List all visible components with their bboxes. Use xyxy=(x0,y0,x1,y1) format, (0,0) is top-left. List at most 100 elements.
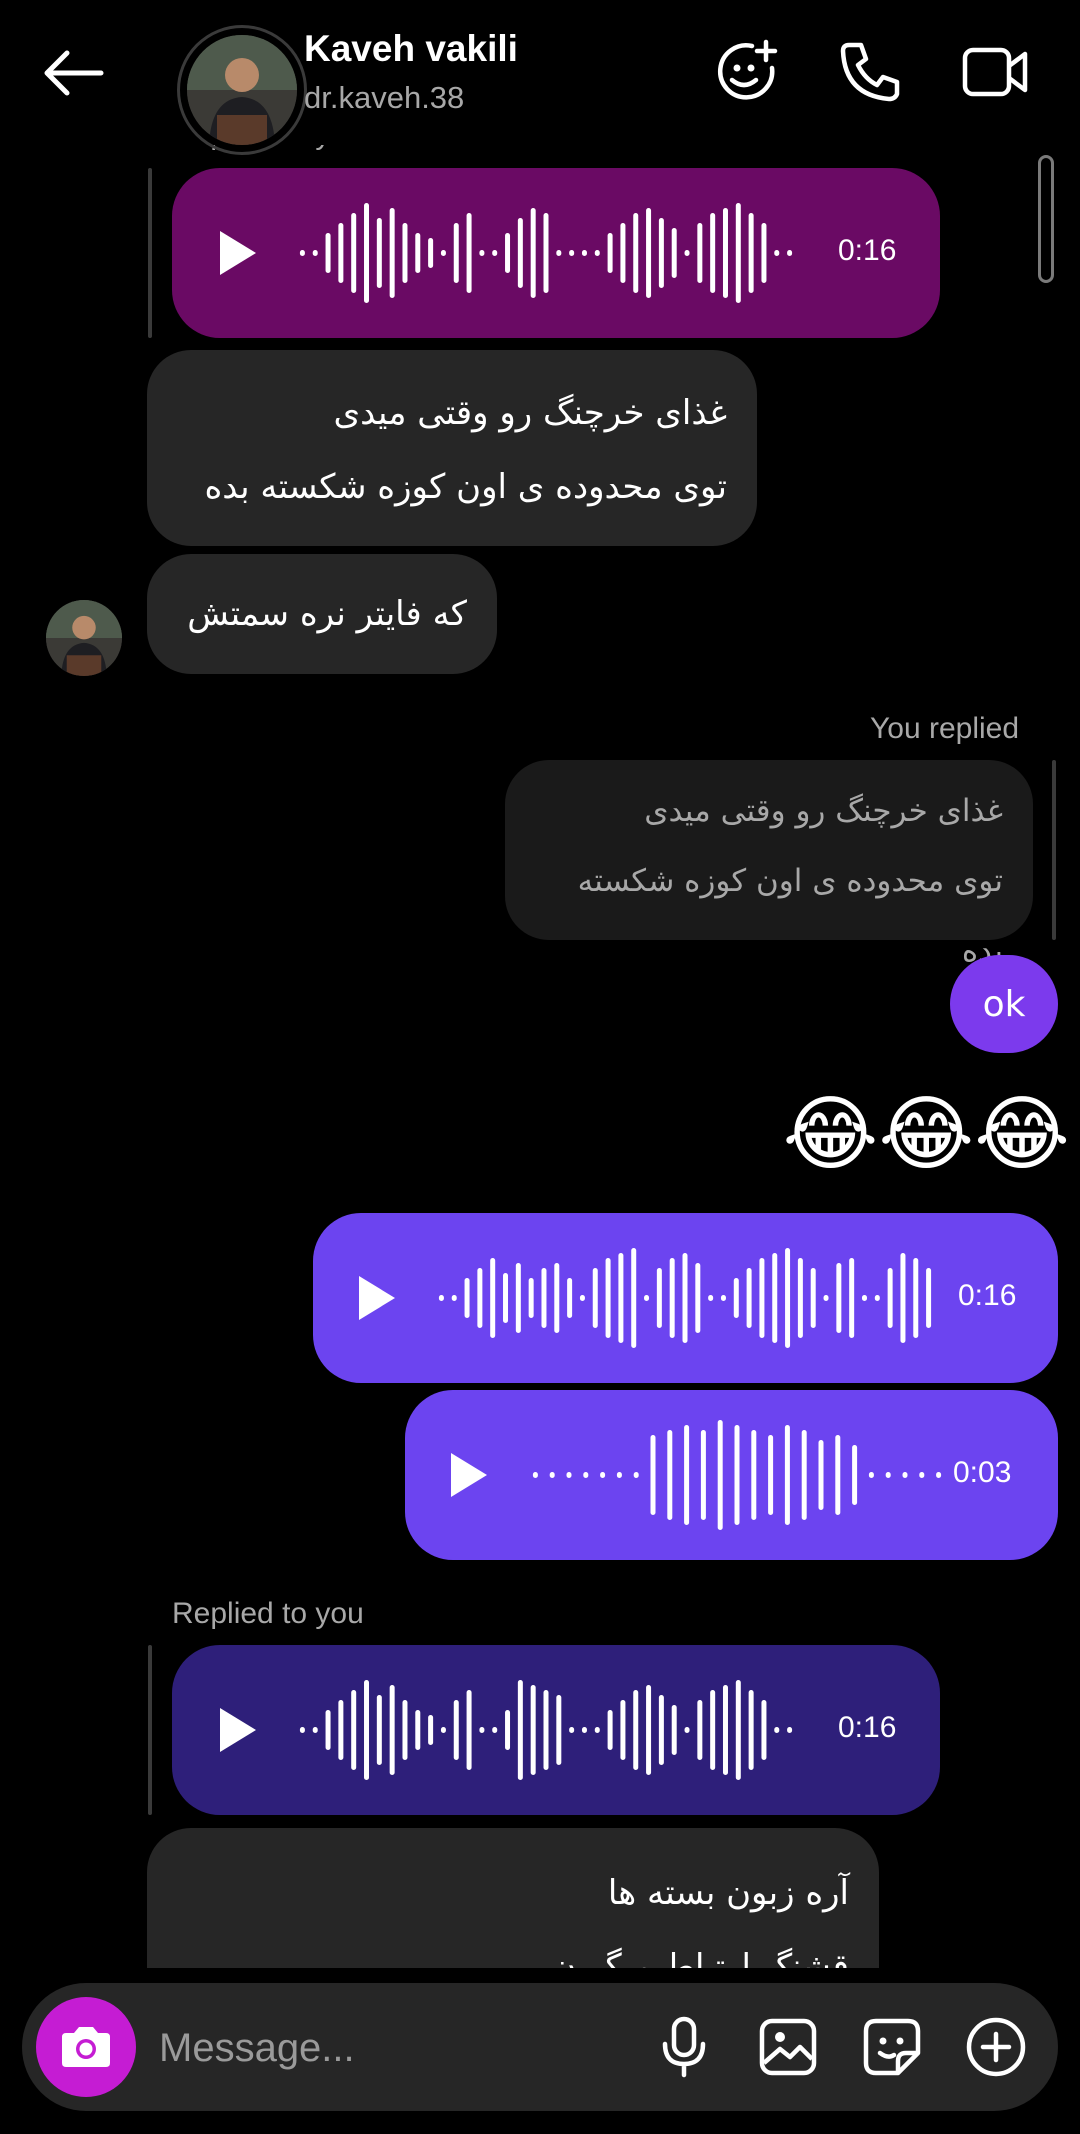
waveform-bar xyxy=(428,1715,434,1745)
waveform-bar xyxy=(823,1295,829,1301)
waveform-bar xyxy=(505,233,511,273)
waveform-bar xyxy=(312,1727,318,1733)
waveform-bar xyxy=(710,1690,716,1770)
waveform-bar xyxy=(748,213,754,293)
waveform-bar xyxy=(684,1425,690,1525)
quoted-line: غذای خرچنگ رو وقتی میدی xyxy=(644,793,1003,829)
waveform-bar xyxy=(607,1710,613,1750)
waveform-bar xyxy=(801,1430,807,1520)
phone-icon[interactable] xyxy=(832,34,908,110)
waveform-bar xyxy=(861,1295,867,1301)
waveform-bar xyxy=(464,1278,470,1318)
waveform-bar xyxy=(351,1690,357,1770)
sender-avatar[interactable] xyxy=(46,600,122,676)
waveform-bar xyxy=(900,1253,906,1343)
waveform-bar xyxy=(722,1685,728,1775)
voice-message[interactable]: 0:16 xyxy=(313,1213,1058,1383)
emoji-message[interactable]: 😂😂😂 xyxy=(780,1085,1070,1185)
scrollbar[interactable] xyxy=(1038,155,1054,283)
waveform-bar xyxy=(530,1685,536,1775)
waveform-bar xyxy=(633,1690,639,1770)
waveform-bar xyxy=(697,223,703,283)
contact-name[interactable]: Kaveh vakili xyxy=(304,28,518,70)
waveform-bar xyxy=(759,1258,765,1338)
quoted-message[interactable]: غذای خرچنگ رو وقتی میدی توی محدوده ی اون… xyxy=(505,760,1033,969)
waveform-bar xyxy=(299,250,305,256)
incoming-message[interactable]: غذای خرچنگ رو وقتی میدی توی محدوده ی اون… xyxy=(147,350,757,546)
waveform-bar xyxy=(784,1425,790,1525)
waveform-bar xyxy=(351,213,357,293)
waveform-bar xyxy=(902,1472,908,1478)
ai-sticker-icon[interactable] xyxy=(708,34,784,110)
waveform-bar xyxy=(733,1278,739,1318)
waveform xyxy=(299,1680,793,1780)
waveform-bar xyxy=(720,1295,726,1301)
waveform-bar xyxy=(364,1680,370,1780)
waveform-bar xyxy=(581,250,587,256)
waveform-bar xyxy=(926,1268,932,1328)
reply-indicator xyxy=(148,1645,152,1815)
sticker-icon[interactable] xyxy=(852,2007,932,2087)
play-icon[interactable] xyxy=(220,231,256,275)
play-icon[interactable] xyxy=(220,1708,256,1752)
waveform-bar xyxy=(517,1680,523,1780)
waveform-bar xyxy=(768,1435,774,1515)
voice-message[interactable]: 0:03 xyxy=(405,1390,1058,1560)
waveform-bar xyxy=(887,1268,893,1328)
waveform-bar xyxy=(885,1472,891,1478)
outgoing-message[interactable]: ok xyxy=(950,955,1058,1053)
waveform-bar xyxy=(810,1268,816,1328)
waveform-bar xyxy=(735,203,741,303)
waveform-bar xyxy=(774,250,780,256)
you-replied-label: You replied xyxy=(870,712,1020,745)
waveform-bar xyxy=(761,223,767,283)
message-line: آره زبون بسته ها xyxy=(607,1873,849,1913)
reply-indicator xyxy=(1052,760,1056,940)
gallery-icon[interactable] xyxy=(748,2007,828,2087)
waveform-bar xyxy=(605,1258,611,1338)
waveform-bar xyxy=(556,1695,562,1765)
waveform-bar xyxy=(785,1248,791,1348)
waveform-bar xyxy=(772,1253,778,1343)
waveform-bar xyxy=(874,1295,880,1301)
play-icon[interactable] xyxy=(451,1453,487,1497)
reply-indicator xyxy=(148,168,152,338)
waveform-bar xyxy=(364,203,370,303)
waveform-bar xyxy=(453,1700,459,1760)
waveform-bar xyxy=(556,250,562,256)
camera-button[interactable] xyxy=(36,1997,136,2097)
play-icon[interactable] xyxy=(359,1276,395,1320)
message-text: که فایتر نره سمتش xyxy=(187,594,467,634)
voice-message[interactable]: 0:16 xyxy=(172,168,940,338)
waveform-bar xyxy=(616,1472,622,1478)
quoted-line: توی محدوده ی اون کوزه شکسته بده xyxy=(577,863,1003,969)
waveform-bar xyxy=(492,250,498,256)
waveform-bar xyxy=(852,1445,858,1505)
waveform-bar xyxy=(567,1278,573,1318)
waveform-bar xyxy=(376,218,382,288)
waveform-bar xyxy=(554,1263,560,1333)
waveform-bar xyxy=(646,208,652,298)
back-arrow-icon[interactable] xyxy=(30,40,116,106)
waveform-bar xyxy=(517,218,523,288)
waveform-bar xyxy=(620,1700,626,1760)
microphone-icon[interactable] xyxy=(644,2007,724,2087)
message-input[interactable] xyxy=(157,2013,621,2083)
contact-handle[interactable]: dr.kaveh.38 xyxy=(304,80,464,116)
waveform-bar xyxy=(644,1295,650,1301)
waveform-bar xyxy=(325,1710,331,1750)
waveform-bar xyxy=(415,233,421,273)
waveform-bar xyxy=(581,1727,587,1733)
waveform-bar xyxy=(453,223,459,283)
waveform xyxy=(532,1420,942,1530)
waveform-bar xyxy=(569,1727,575,1733)
video-call-icon[interactable] xyxy=(958,36,1034,108)
waveform-bar xyxy=(466,213,472,293)
waveform-bar xyxy=(684,250,690,256)
incoming-message[interactable]: که فایتر نره سمتش xyxy=(147,554,497,674)
waveform-bar xyxy=(669,1258,675,1338)
add-icon[interactable] xyxy=(956,2007,1036,2087)
waveform-bar xyxy=(566,1472,572,1478)
waveform-bar xyxy=(667,1430,673,1520)
voice-message[interactable]: 0:16 xyxy=(172,1645,940,1815)
